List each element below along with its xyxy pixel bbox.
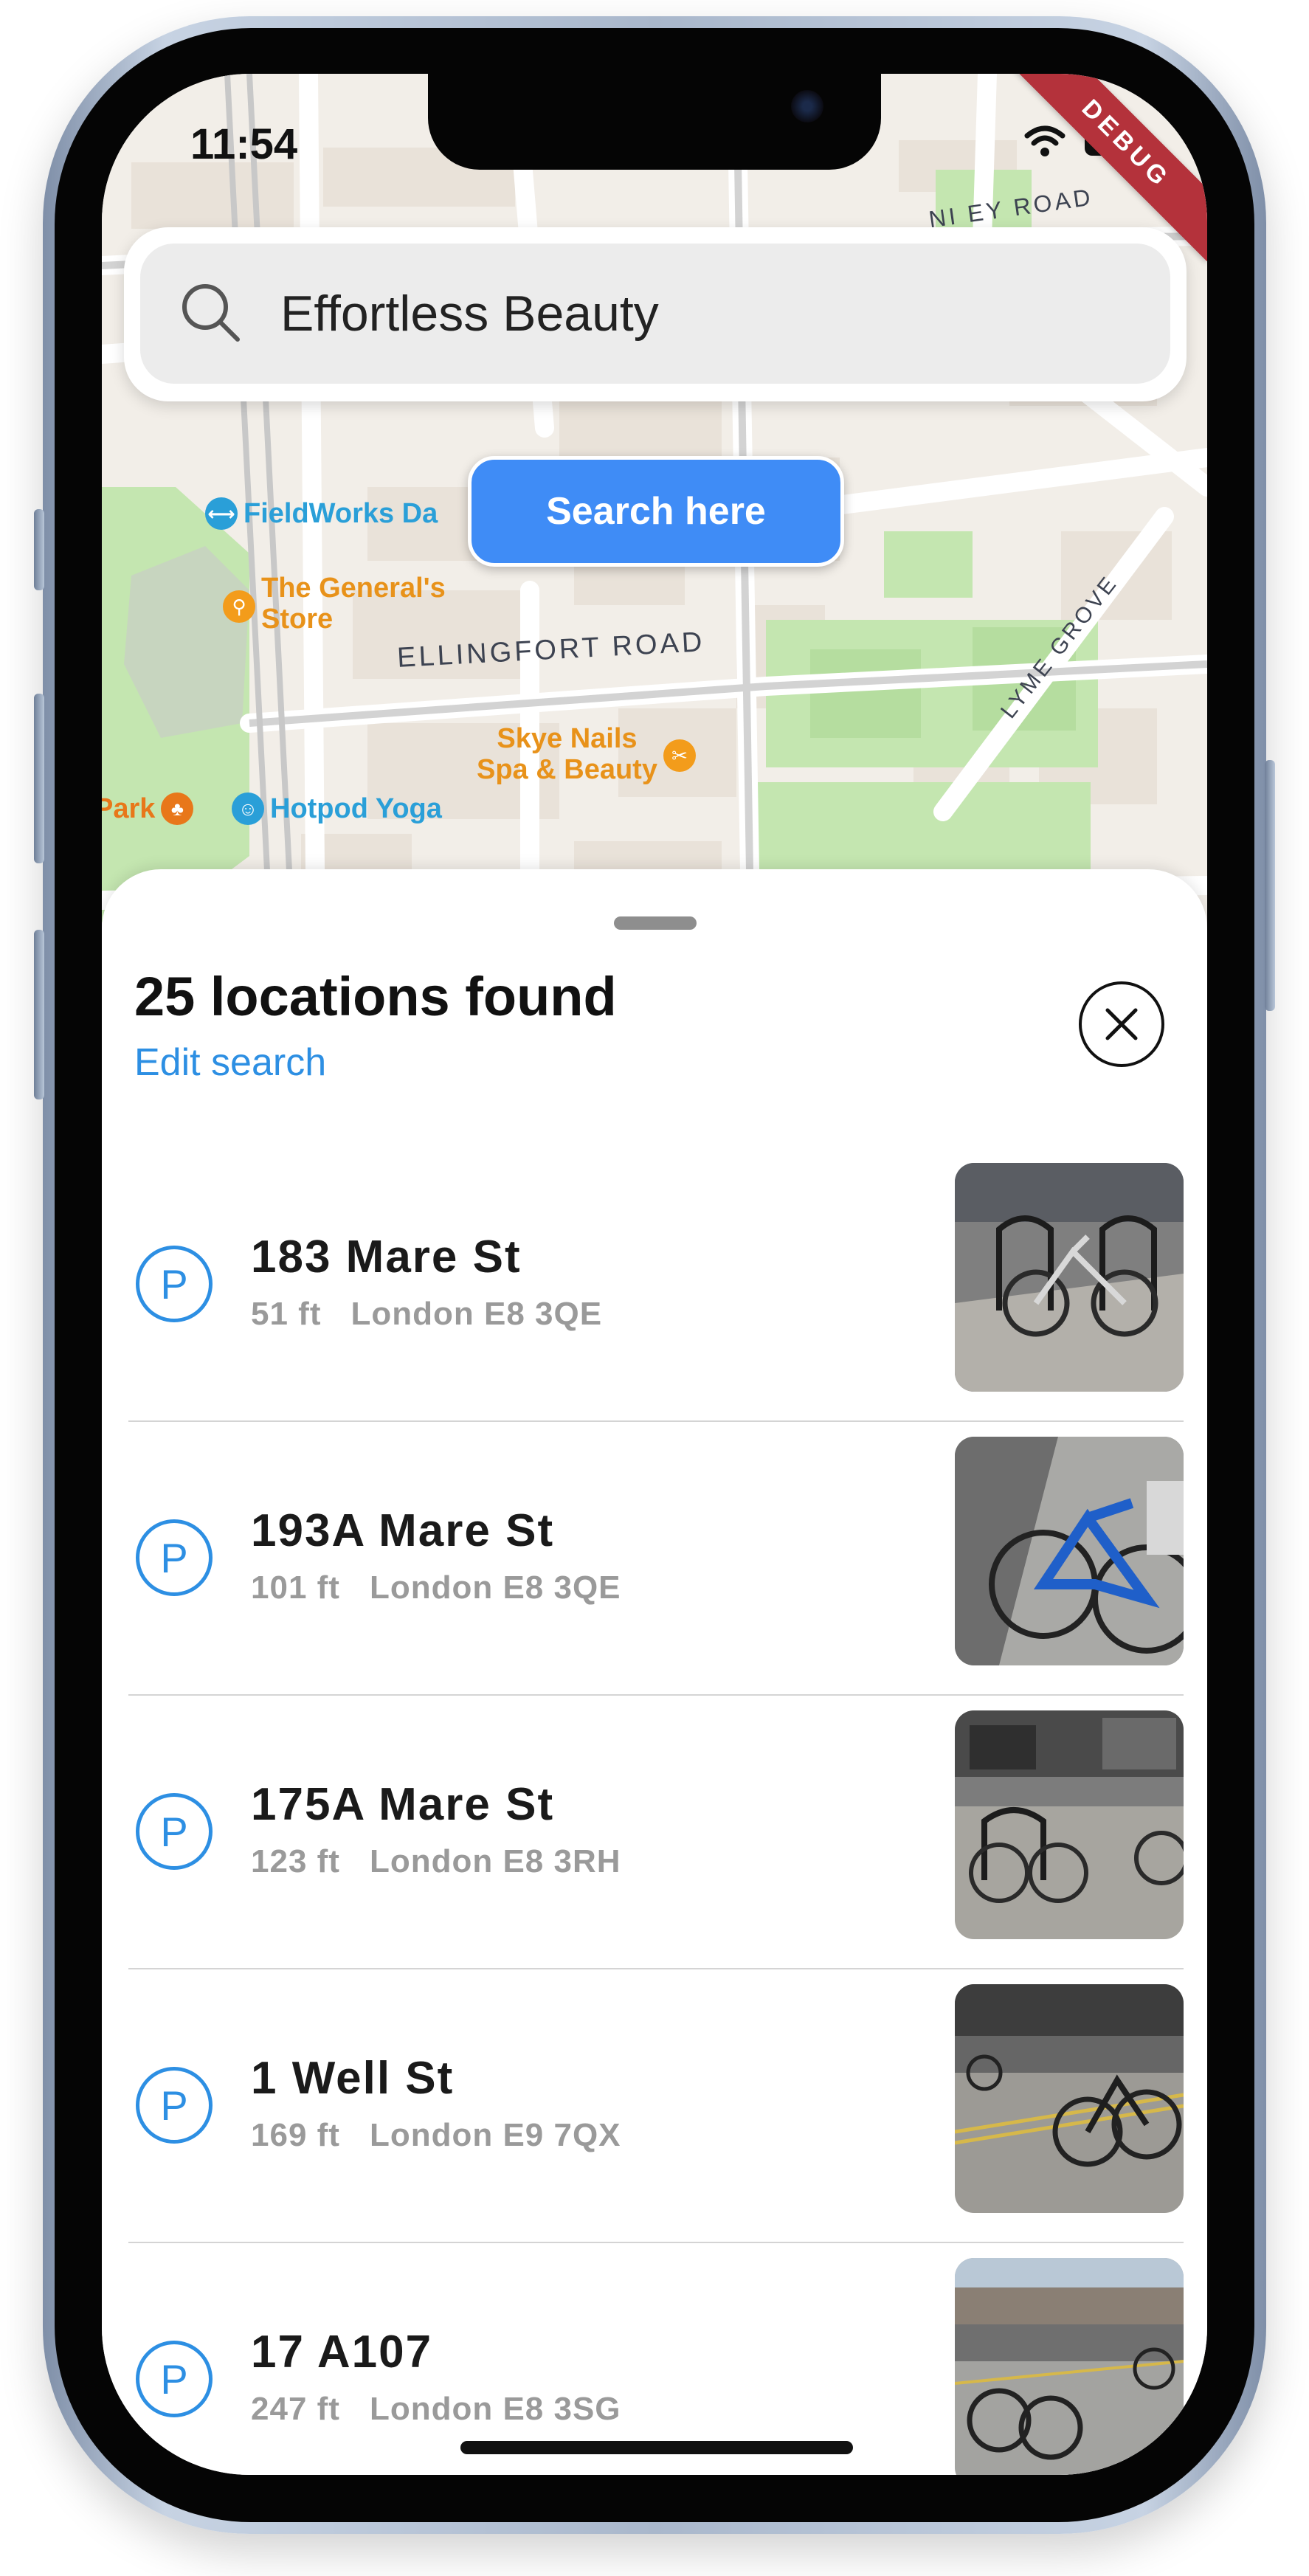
close-button[interactable]: [1079, 981, 1164, 1067]
location-details: 247 ft London E8 3SG: [251, 2391, 621, 2428]
sheet-grabber[interactable]: [614, 916, 697, 930]
results-sheet: 25 locations found Edit search P 183 Mar…: [102, 869, 1207, 2475]
edit-search-link[interactable]: Edit search: [134, 1040, 326, 1085]
results-count-title: 25 locations found: [134, 966, 617, 1027]
close-icon: [1105, 1008, 1138, 1040]
bike-rack-photo: [955, 2258, 1184, 2475]
location-photo[interactable]: [955, 1437, 1184, 1665]
parking-icon: P: [136, 1246, 213, 1322]
poi-general-store[interactable]: ⚲ The General's Store: [223, 573, 446, 635]
location-area: London E9 7QX: [369, 2117, 621, 2153]
location-name: 175A Mare St: [251, 1779, 555, 1830]
location-area: London E8 3SG: [369, 2391, 621, 2427]
parking-icon: P: [136, 1793, 213, 1870]
location-distance: 101 ft: [251, 1570, 340, 1606]
bike-rack-photo: [955, 1163, 1184, 1392]
location-photo[interactable]: [955, 2258, 1184, 2475]
location-name: 183 Mare St: [251, 1232, 522, 1282]
location-area: London E8 3QE: [350, 1296, 603, 1332]
location-details: 123 ft London E8 3RH: [251, 1843, 621, 1880]
parking-icon: P: [136, 1519, 213, 1596]
search-icon: [182, 283, 240, 342]
bike-rack-photo: [955, 1984, 1184, 2213]
parking-icon: P: [136, 2067, 213, 2144]
volume-down-button: [34, 930, 44, 1099]
location-list: P 183 Mare St 51 ft London E8 3QE P 193A…: [128, 1148, 1184, 2475]
mute-switch: [34, 509, 44, 590]
location-name: 193A Mare St: [251, 1505, 555, 1556]
location-name: 1 Well St: [251, 2053, 455, 2104]
location-row[interactable]: P 183 Mare St 51 ft London E8 3QE: [128, 1148, 1184, 1422]
home-indicator[interactable]: [460, 2441, 853, 2454]
location-details: 169 ft London E9 7QX: [251, 2117, 621, 2154]
poi-hotpod-yoga[interactable]: ☺ Hotpod Yoga: [232, 793, 442, 825]
shopping-icon: ⚲: [223, 590, 255, 623]
location-details: 51 ft London E8 3QE: [251, 1296, 602, 1333]
location-area: London E8 3RH: [369, 1843, 621, 1879]
location-row[interactable]: P 17 A107 247 ft London E8 3SG: [128, 2243, 1184, 2475]
volume-up-button: [34, 694, 44, 863]
location-distance: 51 ft: [251, 1296, 322, 1332]
location-area: London E8 3QE: [369, 1570, 621, 1606]
parking-icon: P: [136, 2341, 213, 2417]
location-distance: 247 ft: [251, 2391, 340, 2427]
notch: [428, 74, 881, 170]
search-input[interactable]: Effortless Beauty: [140, 244, 1170, 384]
camera-icon: [791, 90, 823, 122]
location-photo[interactable]: [955, 1163, 1184, 1392]
location-photo[interactable]: [955, 1710, 1184, 1939]
poi-fieldworks[interactable]: ⟷ FieldWorks Da: [205, 497, 438, 530]
park-icon: ♣: [161, 793, 194, 825]
poi-skye-nails[interactable]: Skye Nails Spa & Beauty ✂: [477, 723, 696, 785]
bike-rack-photo: [955, 1710, 1184, 1939]
wifi-icon: [1024, 125, 1065, 156]
beauty-icon: ✂: [663, 739, 696, 772]
power-button: [1265, 760, 1275, 1011]
location-row[interactable]: P 175A Mare St 123 ft London E8 3RH: [128, 1696, 1184, 1969]
location-name: 17 A107: [251, 2327, 433, 2378]
search-query: Effortless Beauty: [280, 286, 659, 342]
screen: ELLINGFORT ROAD LYME GROVE NI EY ROAD ⟷ …: [102, 74, 1207, 2475]
location-distance: 123 ft: [251, 1843, 340, 1879]
poi-park[interactable]: Park ♣: [102, 793, 194, 825]
bike-rack-photo: [955, 1437, 1184, 1665]
status-time: 11:54: [190, 120, 298, 168]
search-here-button[interactable]: Search here: [468, 456, 844, 567]
yoga-icon: ☺: [232, 793, 264, 825]
location-row[interactable]: P 193A Mare St 101 ft London E8 3QE: [128, 1422, 1184, 1696]
location-distance: 169 ft: [251, 2117, 340, 2153]
location-photo[interactable]: [955, 1984, 1184, 2213]
location-row[interactable]: P 1 Well St 169 ft London E9 7QX: [128, 1969, 1184, 2243]
gym-icon: ⟷: [205, 497, 238, 530]
search-bar: Effortless Beauty: [124, 227, 1187, 401]
location-details: 101 ft London E8 3QE: [251, 1570, 621, 1606]
